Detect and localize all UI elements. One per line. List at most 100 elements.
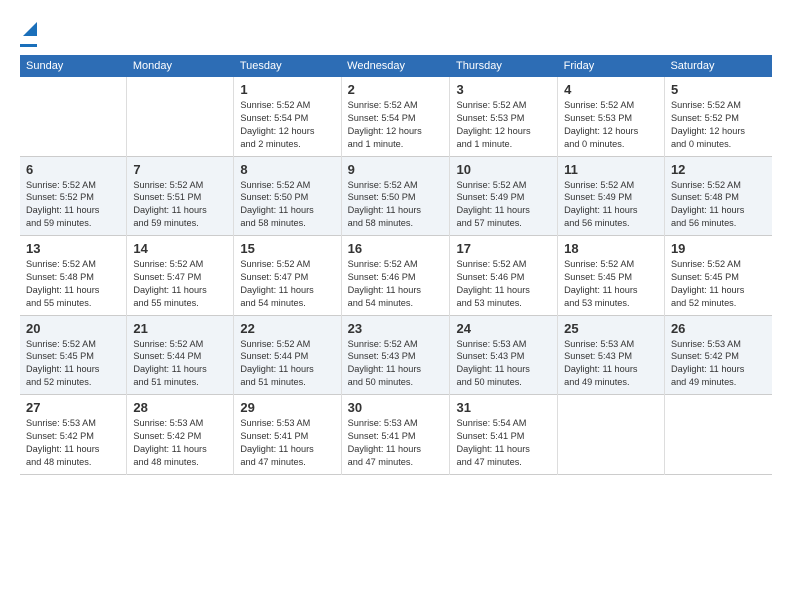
- day-cell: 22Sunrise: 5:52 AM Sunset: 5:44 PM Dayli…: [234, 315, 341, 395]
- day-cell: 4Sunrise: 5:52 AM Sunset: 5:53 PM Daylig…: [558, 77, 665, 156]
- day-cell: 25Sunrise: 5:53 AM Sunset: 5:43 PM Dayli…: [558, 315, 665, 395]
- day-number: 29: [240, 400, 334, 415]
- day-number: 20: [26, 321, 120, 336]
- day-number: 8: [240, 162, 334, 177]
- day-cell: 12 Sunrise: 5:52 AM Sunset: 5:48 PM Dayli…: [664, 156, 772, 236]
- day-cell: 17Sunrise: 5:52 AM Sunset: 5:46 PM Dayli…: [450, 236, 558, 316]
- day-info: Sunrise: 5:52 AM Sunset: 5:54 PM Dayligh…: [348, 99, 444, 151]
- day-cell: 31 Sunrise: 5:54 AM Sunset: 5:41 PM Dayli…: [450, 395, 558, 475]
- day-cell: 20 Sunrise: 5:52 AM Sunset: 5:45 PM Dayli…: [20, 315, 127, 395]
- day-number: 19: [671, 241, 766, 256]
- day-number: 28: [133, 400, 227, 415]
- day-number: 11: [564, 162, 658, 177]
- day-cell: 11 Sunrise: 5:52 AM Sunset: 5:49 PM Dayli…: [558, 156, 665, 236]
- col-header-monday: Monday: [127, 55, 234, 77]
- col-header-thursday: Thursday: [450, 55, 558, 77]
- day-number: 27: [26, 400, 120, 415]
- day-number: 21: [133, 321, 227, 336]
- day-cell: 7Sunrise: 5:52 AM Sunset: 5:51 PM Daylig…: [127, 156, 234, 236]
- day-number: 15: [240, 241, 334, 256]
- calendar-table: SundayMondayTuesdayWednesdayThursdayFrid…: [20, 55, 772, 475]
- day-info: Sunrise: 5:52 AM Sunset: 5:44 PM Dayligh…: [133, 338, 227, 390]
- day-cell: 3 Sunrise: 5:52 AM Sunset: 5:53 PM Daylig…: [450, 77, 558, 156]
- day-info: Sunrise: 5:52 AM Sunset: 5:53 PM Dayligh…: [456, 99, 551, 151]
- day-number: 16: [348, 241, 444, 256]
- day-number: 4: [564, 82, 658, 97]
- day-cell: 26Sunrise: 5:53 AM Sunset: 5:42 PM Dayli…: [664, 315, 772, 395]
- col-header-saturday: Saturday: [664, 55, 772, 77]
- day-cell: [20, 77, 127, 156]
- day-cell: 29 Sunrise: 5:53 AM Sunset: 5:41 PM Dayli…: [234, 395, 341, 475]
- day-cell: 14 Sunrise: 5:52 AM Sunset: 5:47 PM Dayli…: [127, 236, 234, 316]
- day-cell: 1 Sunrise: 5:52 AM Sunset: 5:54 PM Daylig…: [234, 77, 341, 156]
- day-cell: 6 Sunrise: 5:52 AM Sunset: 5:52 PM Daylig…: [20, 156, 127, 236]
- day-number: 31: [456, 400, 551, 415]
- logo: [20, 18, 37, 47]
- day-info: Sunrise: 5:53 AM Sunset: 5:42 PM Dayligh…: [133, 417, 227, 469]
- day-number: 25: [564, 321, 658, 336]
- week-row-2: 6 Sunrise: 5:52 AM Sunset: 5:52 PM Daylig…: [20, 156, 772, 236]
- day-cell: 23 Sunrise: 5:52 AM Sunset: 5:43 PM Dayli…: [341, 315, 450, 395]
- day-cell: [558, 395, 665, 475]
- day-number: 12: [671, 162, 766, 177]
- header-row: SundayMondayTuesdayWednesdayThursdayFrid…: [20, 55, 772, 77]
- day-number: 6: [26, 162, 120, 177]
- day-info: Sunrise: 5:52 AM Sunset: 5:47 PM Dayligh…: [240, 258, 334, 310]
- day-number: 5: [671, 82, 766, 97]
- week-row-4: 20 Sunrise: 5:52 AM Sunset: 5:45 PM Dayli…: [20, 315, 772, 395]
- day-info: Sunrise: 5:52 AM Sunset: 5:50 PM Dayligh…: [348, 179, 444, 231]
- day-number: 3: [456, 82, 551, 97]
- logo-underline: [20, 44, 37, 47]
- day-cell: 15 Sunrise: 5:52 AM Sunset: 5:47 PM Dayli…: [234, 236, 341, 316]
- day-info: Sunrise: 5:53 AM Sunset: 5:42 PM Dayligh…: [26, 417, 120, 469]
- day-number: 2: [348, 82, 444, 97]
- day-info: Sunrise: 5:52 AM Sunset: 5:49 PM Dayligh…: [564, 179, 658, 231]
- day-number: 10: [456, 162, 551, 177]
- day-number: 22: [240, 321, 334, 336]
- day-info: Sunrise: 5:52 AM Sunset: 5:52 PM Dayligh…: [26, 179, 120, 231]
- day-number: 23: [348, 321, 444, 336]
- day-cell: 5 Sunrise: 5:52 AM Sunset: 5:52 PM Daylig…: [664, 77, 772, 156]
- day-info: Sunrise: 5:52 AM Sunset: 5:52 PM Dayligh…: [671, 99, 766, 151]
- day-info: Sunrise: 5:52 AM Sunset: 5:46 PM Dayligh…: [348, 258, 444, 310]
- day-cell: 9 Sunrise: 5:52 AM Sunset: 5:50 PM Daylig…: [341, 156, 450, 236]
- day-info: Sunrise: 5:53 AM Sunset: 5:41 PM Dayligh…: [348, 417, 444, 469]
- week-row-1: 1 Sunrise: 5:52 AM Sunset: 5:54 PM Daylig…: [20, 77, 772, 156]
- day-cell: 16 Sunrise: 5:52 AM Sunset: 5:46 PM Dayli…: [341, 236, 450, 316]
- day-number: 13: [26, 241, 120, 256]
- col-header-friday: Friday: [558, 55, 665, 77]
- day-cell: 18Sunrise: 5:52 AM Sunset: 5:45 PM Dayli…: [558, 236, 665, 316]
- day-cell: 21 Sunrise: 5:52 AM Sunset: 5:44 PM Dayli…: [127, 315, 234, 395]
- logo-icon: [23, 18, 37, 36]
- day-info: Sunrise: 5:52 AM Sunset: 5:54 PM Dayligh…: [240, 99, 334, 151]
- day-cell: 24Sunrise: 5:53 AM Sunset: 5:43 PM Dayli…: [450, 315, 558, 395]
- day-cell: [664, 395, 772, 475]
- day-info: Sunrise: 5:52 AM Sunset: 5:43 PM Dayligh…: [348, 338, 444, 390]
- day-info: Sunrise: 5:53 AM Sunset: 5:43 PM Dayligh…: [456, 338, 551, 390]
- day-number: 30: [348, 400, 444, 415]
- day-number: 18: [564, 241, 658, 256]
- week-row-3: 13 Sunrise: 5:52 AM Sunset: 5:48 PM Dayli…: [20, 236, 772, 316]
- day-cell: 27 Sunrise: 5:53 AM Sunset: 5:42 PM Dayli…: [20, 395, 127, 475]
- day-number: 14: [133, 241, 227, 256]
- day-info: Sunrise: 5:52 AM Sunset: 5:48 PM Dayligh…: [26, 258, 120, 310]
- day-cell: 8Sunrise: 5:52 AM Sunset: 5:50 PM Daylig…: [234, 156, 341, 236]
- day-info: Sunrise: 5:52 AM Sunset: 5:47 PM Dayligh…: [133, 258, 227, 310]
- col-header-sunday: Sunday: [20, 55, 127, 77]
- day-number: 9: [348, 162, 444, 177]
- day-cell: [127, 77, 234, 156]
- header: [20, 18, 772, 47]
- day-info: Sunrise: 5:54 AM Sunset: 5:41 PM Dayligh…: [456, 417, 551, 469]
- day-cell: 30 Sunrise: 5:53 AM Sunset: 5:41 PM Dayli…: [341, 395, 450, 475]
- day-info: Sunrise: 5:52 AM Sunset: 5:48 PM Dayligh…: [671, 179, 766, 231]
- day-cell: 10Sunrise: 5:52 AM Sunset: 5:49 PM Dayli…: [450, 156, 558, 236]
- page: SundayMondayTuesdayWednesdayThursdayFrid…: [0, 0, 792, 612]
- day-cell: 13 Sunrise: 5:52 AM Sunset: 5:48 PM Dayli…: [20, 236, 127, 316]
- day-info: Sunrise: 5:53 AM Sunset: 5:41 PM Dayligh…: [240, 417, 334, 469]
- day-number: 17: [456, 241, 551, 256]
- day-info: Sunrise: 5:52 AM Sunset: 5:45 PM Dayligh…: [26, 338, 120, 390]
- day-number: 26: [671, 321, 766, 336]
- day-cell: 28 Sunrise: 5:53 AM Sunset: 5:42 PM Dayli…: [127, 395, 234, 475]
- day-number: 1: [240, 82, 334, 97]
- col-header-wednesday: Wednesday: [341, 55, 450, 77]
